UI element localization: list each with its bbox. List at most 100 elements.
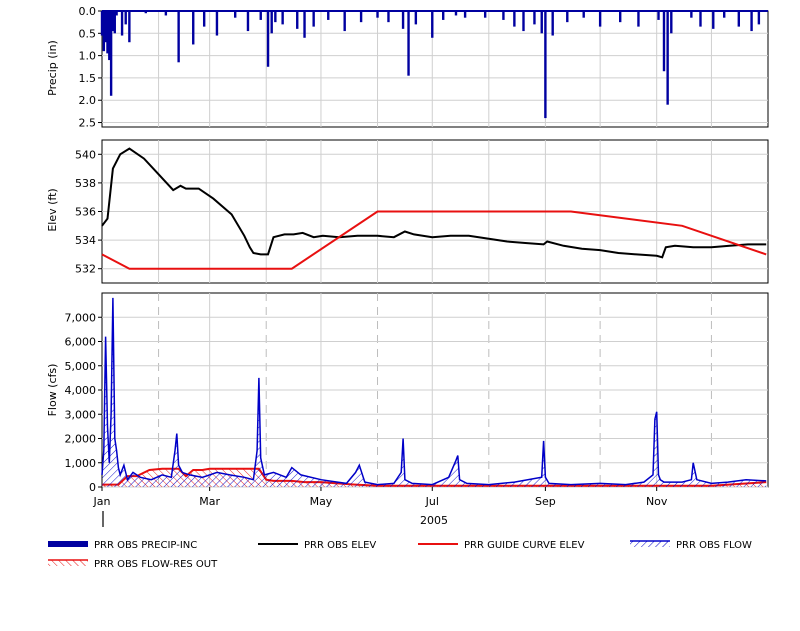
y-tick-label: 538 (75, 177, 96, 190)
precip-bar (296, 11, 299, 29)
precip-bar (533, 11, 536, 25)
legend-item: PRR OBS FLOW-RES OUT (48, 559, 218, 570)
precip-bar (401, 11, 405, 29)
legend-swatch (48, 560, 88, 566)
legend-label: PRR OBS FLOW (676, 540, 752, 551)
hydrograph-chart: Precip (in) Elev (ft) Flow (cfs) 2005 0.… (46, 5, 769, 570)
x-tick-label: Nov (646, 495, 668, 508)
legend-swatch (630, 541, 670, 547)
precip-bar (551, 11, 554, 36)
precip-bar (274, 11, 277, 23)
y-tick-label: 1.5 (79, 72, 97, 85)
precip-bar (266, 11, 270, 67)
y-tick-label: 5,000 (65, 360, 97, 373)
y-tick-label: 0.0 (79, 5, 97, 18)
precip-bar (598, 11, 602, 27)
precip-bar (502, 11, 505, 20)
precip-bar (540, 11, 543, 34)
elev-panel: 532 534 536 538 540 (75, 139, 769, 284)
precip-bar (513, 11, 516, 27)
x-axis-year-label: 2005 (420, 514, 448, 527)
precip-bar (522, 11, 525, 32)
legend-label: PRR OBS FLOW-RES OUT (94, 559, 218, 570)
precip-bar (177, 11, 180, 63)
precip-bar (327, 11, 330, 20)
precip-bar (192, 11, 195, 45)
y-tick-label: 3,000 (65, 408, 97, 421)
y-tick-label: 4,000 (65, 384, 97, 397)
precip-bar (215, 11, 219, 36)
legend-label: PRR GUIDE CURVE ELEV (464, 540, 585, 551)
precip-bar (750, 11, 753, 32)
precip-bar (463, 11, 467, 18)
precip-bar (619, 11, 622, 23)
precip-bar (407, 11, 410, 76)
precip-bar (690, 11, 693, 18)
precip-bar (699, 11, 702, 27)
precip-bar (544, 11, 547, 119)
precip-panel: 0.0 0.5 1.0 1.5 2.0 2.5 (79, 5, 769, 130)
y-tick-label: 2.5 (79, 117, 97, 130)
precip-bar (737, 11, 741, 27)
precip-bar (414, 11, 418, 25)
y-tick-label: 2,000 (65, 433, 97, 446)
precip-bar (670, 11, 673, 34)
precip-bar (343, 11, 346, 32)
precip-bar (666, 11, 669, 105)
y-tick-label: 534 (75, 234, 96, 247)
precip-bar (387, 11, 390, 23)
precip-bar (234, 11, 237, 18)
y-tick-label: 540 (75, 148, 96, 161)
precip-bar (376, 11, 379, 18)
y-tick-label: 1,000 (65, 457, 97, 470)
flow-panel: 0 1,000 2,000 3,000 4,000 5,000 6,000 7,000 Jan M… (65, 292, 769, 527)
precip-bar (124, 11, 127, 25)
y-tick-label: 532 (75, 263, 96, 276)
precip-bar (566, 11, 569, 23)
y-tick-label: 6,000 (65, 336, 97, 349)
precip-axis-title: Precip (in) (46, 40, 59, 96)
precip-bar (246, 11, 250, 32)
flow-axis-title: Flow (cfs) (46, 364, 59, 417)
precip-bar (662, 11, 666, 72)
x-tick-label: Jul (425, 495, 439, 508)
precip-bar (757, 11, 761, 25)
legend-item: PRR GUIDE CURVE ELEV (418, 540, 585, 551)
precip-bar (270, 11, 273, 34)
y-tick-label: 2.0 (79, 94, 97, 107)
legend-item: PRR OBS FLOW (630, 540, 752, 551)
precip-bar (431, 11, 434, 38)
precip-bar (128, 11, 131, 43)
precip-bar (120, 11, 124, 36)
precip-bar (281, 11, 284, 25)
legend: PRR OBS PRECIP-INC PRR OBS ELEV PRR GUIDE … (48, 540, 752, 570)
precip-bar (582, 11, 585, 18)
precip-bar (657, 11, 660, 20)
y-tick-label: 7,000 (65, 311, 97, 324)
precip-bar (303, 11, 306, 38)
precip-bar (359, 11, 363, 23)
precip-bar (442, 11, 445, 20)
y-tick-label: 0.5 (79, 27, 97, 40)
x-tick-label: Sep (535, 495, 556, 508)
y-tick-label: 0 (89, 481, 96, 494)
elev-axis-title: Elev (ft) (46, 188, 59, 231)
chart-root: Precip (in) Elev (ft) Flow (cfs) 2005 0.… (0, 0, 800, 627)
precip-bar (202, 11, 206, 27)
precip-bar (712, 11, 715, 29)
precip-bar (723, 11, 726, 18)
x-tick-label: May (310, 495, 333, 508)
legend-label: PRR OBS PRECIP-INC (94, 540, 197, 551)
precip-bar (259, 11, 262, 20)
legend-item: PRR OBS PRECIP-INC (48, 540, 197, 551)
legend-item: PRR OBS ELEV (258, 540, 376, 551)
x-tick-label: Mar (199, 495, 220, 508)
y-tick-label: 1.0 (79, 50, 97, 63)
x-tick-label: Jan (93, 495, 111, 508)
legend-label: PRR OBS ELEV (304, 540, 376, 551)
precip-bar (312, 11, 315, 27)
legend-swatch (48, 541, 88, 547)
precip-bar (637, 11, 640, 27)
precip-bar (483, 11, 487, 18)
y-tick-label: 536 (75, 206, 96, 219)
